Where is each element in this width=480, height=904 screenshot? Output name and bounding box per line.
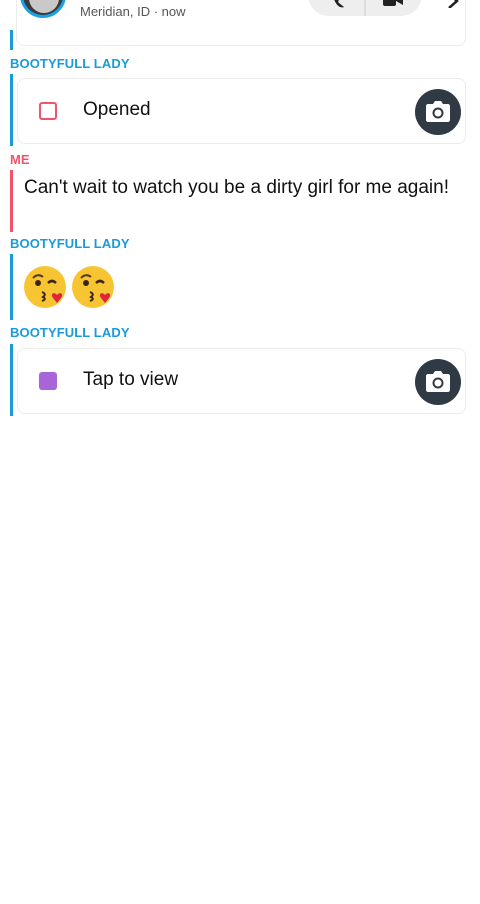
previous-snap-card[interactable] <box>16 0 466 46</box>
sender-label: BOOTYFULL LADY <box>10 56 130 71</box>
message-bar <box>10 74 13 146</box>
sender-label: BOOTYFULL LADY <box>10 236 130 251</box>
message-bar <box>10 170 13 232</box>
message-text[interactable]: Can't wait to watch you be a dirty girl … <box>24 174 454 202</box>
camera-reply-button[interactable] <box>415 359 461 405</box>
snap-message-card[interactable]: Opened <box>17 78 466 144</box>
emoji-message[interactable] <box>22 264 118 314</box>
opened-snap-icon <box>39 102 57 120</box>
camera-icon <box>426 101 450 122</box>
snap-status-label: Opened <box>83 99 151 120</box>
sender-label: ME <box>10 152 30 167</box>
message-bar <box>10 30 13 50</box>
message-bar <box>10 344 13 416</box>
snap-message-card[interactable]: Tap to view <box>17 348 466 414</box>
sender-label: BOOTYFULL LADY <box>10 325 130 340</box>
kissing-face-with-heart-icon <box>24 266 66 308</box>
camera-reply-button[interactable] <box>415 89 461 135</box>
kissing-face-with-heart-icon <box>72 266 114 308</box>
snap-status-label: Tap to view <box>83 369 179 390</box>
camera-icon <box>426 371 450 392</box>
unopened-snap-icon <box>39 372 57 390</box>
message-bar <box>10 254 13 320</box>
